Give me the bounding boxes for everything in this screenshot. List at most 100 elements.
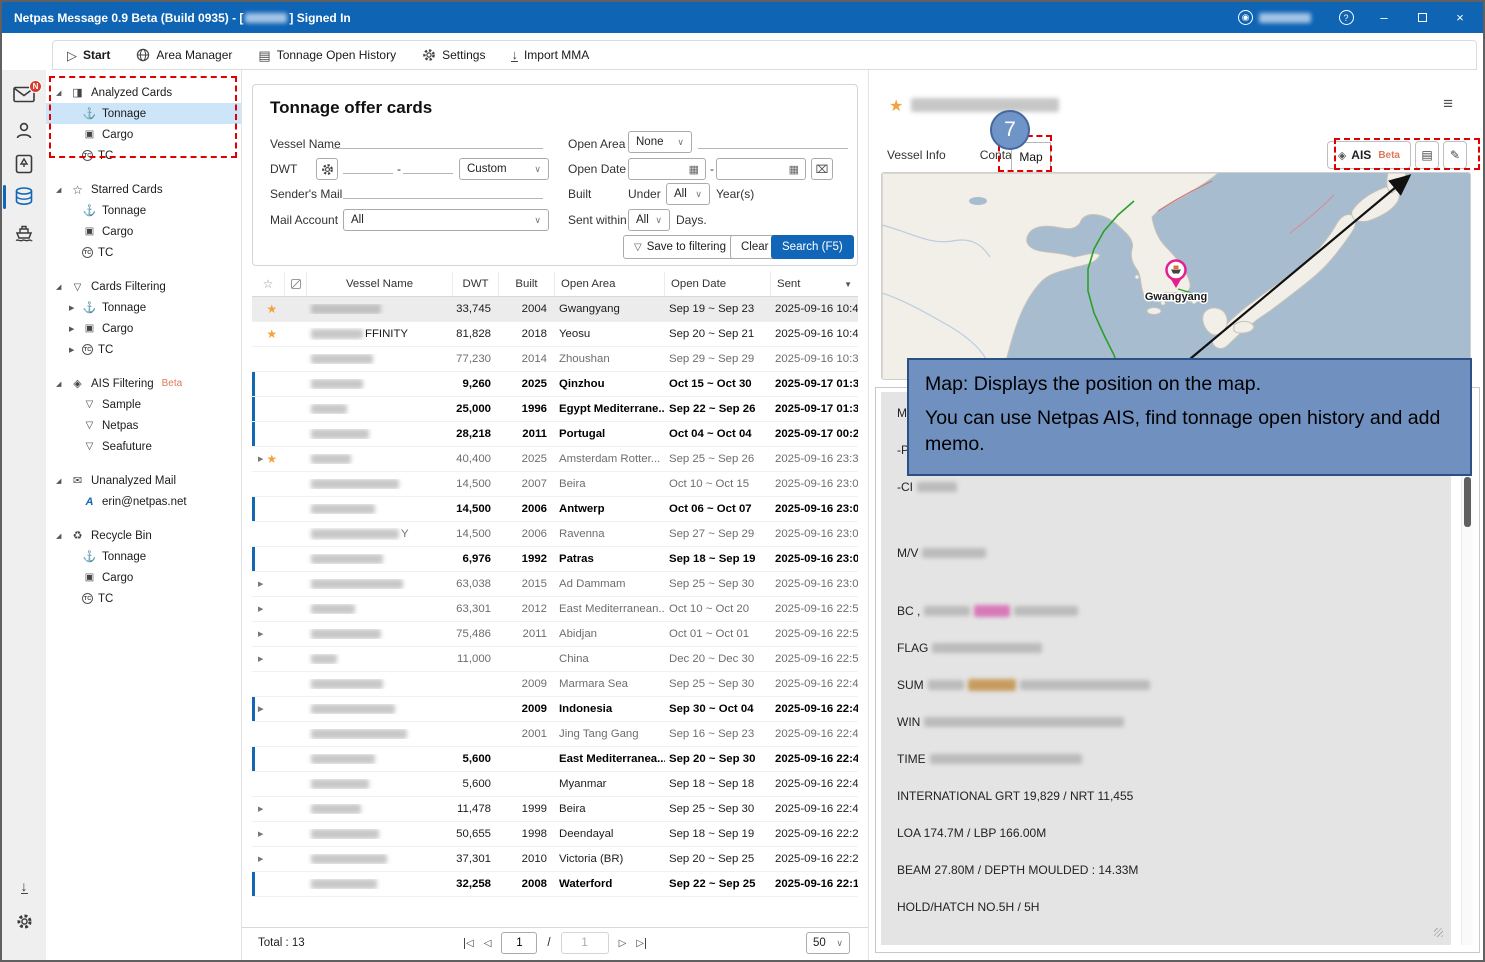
expand-icon[interactable]: ▶ <box>69 346 77 354</box>
table-row[interactable]: ▶★ 33,745 2004 Gwangyang Sep 19 ~ Sep 23… <box>252 297 858 322</box>
sidebar-item[interactable]: erin@netpas.net <box>46 491 241 512</box>
table-row[interactable]: ▶★ 25,000 1996 Egypt Mediterrane... Sep … <box>252 397 858 422</box>
sent-within-dropdown[interactable]: All∨ <box>628 209 670 231</box>
sidebar-item[interactable]: Tonnage <box>46 546 241 567</box>
close-button[interactable]: × <box>1443 5 1477 31</box>
expand-row-icon[interactable]: ▶ <box>258 605 263 613</box>
area-manager-button[interactable]: Area Manager <box>136 48 232 62</box>
star-icon[interactable]: ★ <box>266 302 277 316</box>
rail-cards-db-button[interactable] <box>2 182 46 212</box>
sidebar-item[interactable]: ▶TC <box>46 339 241 360</box>
expand-row-icon[interactable]: ▶ <box>258 580 263 588</box>
rail-mail-button[interactable]: N <box>2 82 46 112</box>
table-row[interactable]: ▶★ 9,260 2025 Qinzhou Oct 15 ~ Oct 30 20… <box>252 372 858 397</box>
start-button[interactable]: ▷Start <box>67 48 110 62</box>
expand-row-icon[interactable]: ▶ <box>258 655 263 663</box>
table-row[interactable]: ▶★ 63,038 2015 Ad Dammam Sep 25 ~ Sep 30… <box>252 572 858 597</box>
search-button[interactable]: Search (F5) <box>771 235 854 259</box>
table-row[interactable]: ▶★ 40,400 2025 Amsterdam Rotter... Sep 2… <box>252 447 858 472</box>
sidebar-item[interactable]: Netpas <box>46 415 241 436</box>
memo-column-header[interactable] <box>285 272 307 296</box>
table-row[interactable]: ▶★ 2001 Jing Tang Gang Sep 16 ~ Sep 23 2… <box>252 722 858 747</box>
expand-icon[interactable]: ▶ <box>69 304 77 312</box>
rail-download-button[interactable]: ↓ <box>2 872 46 902</box>
ais-button[interactable]: ◈AISBeta <box>1327 141 1411 169</box>
table-row[interactable]: ▶★ 63,301 2012 East Mediterranean... Oct… <box>252 597 858 622</box>
sidebar-item[interactable]: Cargo <box>46 567 241 588</box>
rail-ship-button[interactable] <box>2 217 46 247</box>
sidebar-group-unanalyzed-mail[interactable]: ◢Unanalyzed Mail <box>46 470 241 491</box>
table-row[interactable]: ▶★ 2009 Marmara Sea Sep 25 ~ Sep 30 2025… <box>252 672 858 697</box>
resize-grip[interactable] <box>1434 928 1443 937</box>
maximize-button[interactable] <box>1405 5 1439 31</box>
rail-settings-button[interactable] <box>2 906 46 936</box>
open-date-header[interactable]: Open Date <box>665 272 771 296</box>
dwt-range-dropdown[interactable]: Custom∨ <box>459 158 549 180</box>
star-icon[interactable]: ★ <box>266 452 277 466</box>
sidebar-item[interactable]: Cargo <box>46 221 241 242</box>
expand-row-icon[interactable]: ▶ <box>258 805 263 813</box>
page-size-dropdown[interactable]: 50∨ <box>806 932 850 954</box>
collapse-icon[interactable]: ◢ <box>56 477 64 485</box>
expand-icon[interactable]: ▶ <box>69 325 77 333</box>
sidebar-item[interactable]: TC <box>46 242 241 263</box>
sidebar-item[interactable]: Seafuture <box>46 436 241 457</box>
menu-icon[interactable]: ≡ <box>1443 94 1453 114</box>
sidebar-item[interactable]: ▶Tonnage <box>46 103 241 124</box>
tonnage-history-button[interactable]: ▤ <box>1415 141 1439 169</box>
dwt-gear-button[interactable] <box>316 158 338 180</box>
collapse-icon[interactable]: ◢ <box>56 380 64 388</box>
table-row[interactable]: ▶★ 2009 Indonesia Sep 30 ~ Oct 04 2025-0… <box>252 697 858 722</box>
import-mma-button[interactable]: ↓Import MMA <box>511 48 589 62</box>
expand-row-icon[interactable]: ▶ <box>258 830 263 838</box>
sidebar-item[interactable]: ▶TC <box>46 145 241 166</box>
senders-mail-input[interactable] <box>343 179 543 199</box>
map-view[interactable]: Gwangyang <box>881 172 1471 380</box>
dwt-min-input[interactable] <box>343 154 393 174</box>
save-to-filtering-button[interactable]: ▽Save to filtering <box>623 235 737 259</box>
collapse-icon[interactable]: ◢ <box>56 186 64 194</box>
table-row[interactable]: ▶★ Y 14,500 2006 Ravenna Sep 27 ~ Sep 29… <box>252 522 858 547</box>
sidebar-item[interactable]: ▶Cargo <box>46 318 241 339</box>
table-row[interactable]: ▶★ 37,301 2010 Victoria (BR) Sep 20 ~ Se… <box>252 847 858 872</box>
table-row[interactable]: ▶★ 5,600 Myanmar Sep 18 ~ Sep 18 2025-09… <box>252 772 858 797</box>
rail-analyzed-cards-button[interactable] <box>2 149 46 179</box>
expand-row-icon[interactable]: ▶ <box>258 705 263 713</box>
collapse-icon[interactable]: ◢ <box>56 89 64 97</box>
table-row[interactable]: ▶★ 75,486 2011 Abidjan Oct 01 ~ Oct 01 2… <box>252 622 858 647</box>
sidebar-group-cards-filtering[interactable]: ◢Cards Filtering <box>46 276 241 297</box>
next-page-button[interactable]: ▷ <box>619 938 627 949</box>
open-area-dropdown[interactable]: None∨ <box>628 131 692 153</box>
table-row[interactable]: ▶★ FFINITY 81,828 2018 Yeosu Sep 20 ~ Se… <box>252 322 858 347</box>
expand-row-icon[interactable]: ▶ <box>258 855 263 863</box>
page-input[interactable] <box>501 932 537 954</box>
minimize-button[interactable]: – <box>1367 5 1401 31</box>
expand-row-icon[interactable]: ▶ <box>258 630 263 638</box>
table-row[interactable]: ▶★ 6,976 1992 Patras Sep 18 ~ Sep 19 202… <box>252 547 858 572</box>
expand-row-icon[interactable]: ▶ <box>258 455 263 463</box>
dwt-header[interactable]: DWT <box>453 272 499 296</box>
sidebar-group-analyzed-cards[interactable]: ◢Analyzed Cards <box>46 82 241 103</box>
open-area-input[interactable] <box>698 129 848 149</box>
table-row[interactable]: ▶★ 11,000 China Dec 20 ~ Dec 30 2025-09-… <box>252 647 858 672</box>
built-header[interactable]: Built <box>499 272 555 296</box>
sidebar-item[interactable]: TC <box>46 588 241 609</box>
built-dropdown[interactable]: All∨ <box>666 183 710 205</box>
table-row[interactable]: ▶★ 28,218 2011 Portugal Oct 04 ~ Oct 04 … <box>252 422 858 447</box>
table-row[interactable]: ▶★ 32,258 2008 Waterford Sep 22 ~ Sep 25… <box>252 872 858 897</box>
table-row[interactable]: ▶★ 14,500 2006 Antwerp Oct 06 ~ Oct 07 2… <box>252 497 858 522</box>
rail-contacts-button[interactable] <box>2 116 46 146</box>
mail-account-dropdown[interactable]: All∨ <box>343 209 549 231</box>
sidebar-group-ais-filtering[interactable]: ◢AIS FilteringBeta <box>46 373 241 394</box>
vessel-name-input[interactable] <box>333 129 543 149</box>
tab-vessel-info[interactable]: Vessel Info <box>887 148 946 162</box>
memo-button[interactable]: ✎ <box>1443 141 1467 169</box>
account-chip[interactable]: ◉ <box>1238 10 1311 25</box>
sidebar-group-recycle-bin[interactable]: ◢Recycle Bin <box>46 525 241 546</box>
first-page-button[interactable]: ◁ <box>464 938 474 949</box>
sent-header[interactable]: Sent▼ <box>771 272 858 296</box>
scrollbar-thumb[interactable] <box>1464 477 1471 527</box>
prev-page-button[interactable]: ◁ <box>484 938 492 949</box>
settings-button[interactable]: Settings <box>422 48 485 62</box>
sidebar-item[interactable]: Sample <box>46 394 241 415</box>
